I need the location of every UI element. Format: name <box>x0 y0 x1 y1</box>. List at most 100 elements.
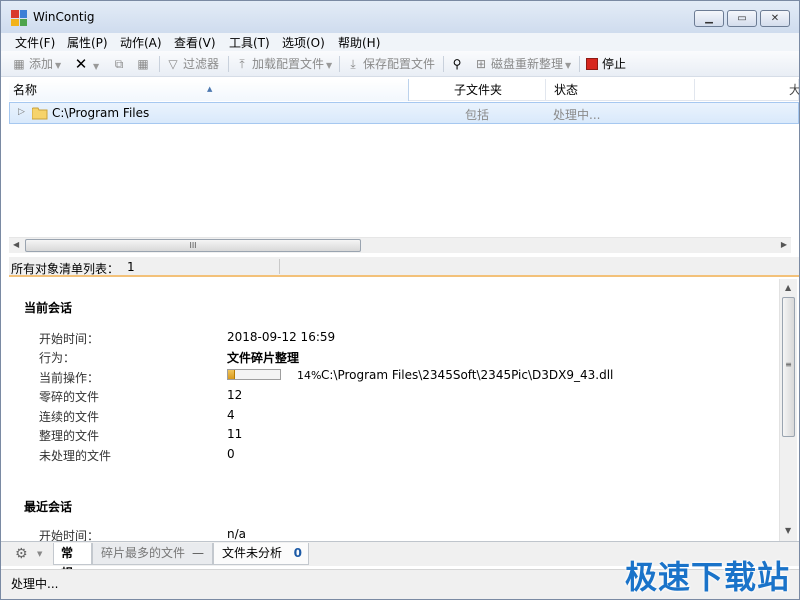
add-icon: ▦ <box>13 57 25 71</box>
unprocessed-files-value: 0 <box>227 447 235 461</box>
current-file-path: C:\Program Files\2345Soft\2345Pic\D3DX9_… <box>321 368 614 382</box>
start-time-value: 2018-09-12 16:59 <box>227 330 336 344</box>
progress-percent: 14% <box>297 369 322 382</box>
recent-session-title: 最近会话 <box>24 500 73 514</box>
object-list-label: 所有对象清单列表： <box>11 262 120 276</box>
defragged-files-value: 11 <box>227 427 243 441</box>
count-separator <box>279 259 280 274</box>
app-window: WinContig ▁ ▭ ✕ 文件(F) 属性(P) 动作(A) 查看(V) … <box>0 0 800 600</box>
tab-most-fragmented-dash: — <box>192 546 204 560</box>
horizontal-scrollbar[interactable]: ◀ III ▶ <box>9 237 791 253</box>
tab-unanalyzed[interactable]: 文件未分析 0 <box>213 543 309 565</box>
gear-icon[interactable]: ⚙ <box>15 546 28 562</box>
save-profile-button[interactable]: ⤓ 保存配置文件 <box>345 55 435 73</box>
session-details-panel: 当前会话 开始时间： 2018-09-12 16:59 行为： 文件碎片整理 当… <box>9 279 779 541</box>
save-icon: ⤓ <box>350 57 356 71</box>
wincontig-app-icon <box>11 10 27 26</box>
scroll-down-arrow-icon[interactable]: ▼ <box>785 526 791 535</box>
menu-tools[interactable]: 工具(T) <box>229 34 270 51</box>
unprocessed-files-label: 未处理的文件 <box>39 449 112 463</box>
column-status-header[interactable]: 状态 <box>550 79 695 101</box>
add-dropdown-icon: ▼ <box>55 61 62 70</box>
toolbar-separator <box>339 56 340 72</box>
progress-bar-fill <box>228 370 236 379</box>
funnel-icon: ▽ <box>168 57 178 71</box>
menu-properties[interactable]: 属性(P) <box>67 34 108 51</box>
toolbar: ▦ 添加 ▼ ✕ ▼ ⧉ ▦ ▽ 过滤器 ⤒ 加载配置文件 ▼ ⤓ 保存配置文件 ⚲ ⊞ 磁盘重… <box>1 51 799 77</box>
maximize-button[interactable]: ▭ <box>727 10 757 27</box>
stop-button[interactable]: 停止 <box>584 55 626 73</box>
tab-unanalyzed-count: 0 <box>293 546 302 560</box>
tree-item-subfolders: 包括 <box>465 108 490 122</box>
folder-icon <box>31 107 48 120</box>
column-subfolders-header[interactable]: 子文件夹 <box>450 79 546 101</box>
window-title: WinContig <box>33 10 95 24</box>
action-label: 行为： <box>39 351 76 365</box>
disk-tree-icon: ⊞ <box>475 57 487 71</box>
menu-bar: 文件(F) 属性(P) 动作(A) 查看(V) 工具(T) 选项(O) 帮助(H… <box>1 33 799 51</box>
status-bar: 处理中... 极速下载站 <box>1 558 799 599</box>
stop-icon <box>584 55 600 73</box>
tab-general[interactable]: 常规 <box>53 543 92 580</box>
minimize-button[interactable]: ▁ <box>694 10 724 27</box>
contiguous-files-label: 连续的文件 <box>39 410 100 424</box>
menu-help[interactable]: 帮助(H) <box>338 34 380 51</box>
load-profile-button[interactable]: ⤒ 加载配置文件 ▼ <box>234 55 332 73</box>
filter-button[interactable]: ▽ 过滤器 <box>165 55 219 73</box>
remove-button[interactable]: ✕ ▼ <box>73 55 99 73</box>
column-header: ▲ 名称 子文件夹 状态 大 <box>9 79 799 101</box>
current-session-title: 当前会话 <box>24 301 73 315</box>
gear-dropdown-icon[interactable]: ▼ <box>37 550 42 558</box>
menu-view[interactable]: 查看(V) <box>174 34 216 51</box>
status-text: 处理中... <box>11 577 59 591</box>
close-button[interactable]: ✕ <box>760 10 790 27</box>
toolbar-separator <box>579 56 580 72</box>
magnifier-icon: ⚲ <box>452 57 462 71</box>
remove-dropdown-icon: ▼ <box>93 62 100 71</box>
column-name-header[interactable]: ▲ 名称 <box>9 79 409 101</box>
properties-icon: ⧉ <box>114 57 124 71</box>
start-time-label: 开始时间： <box>39 332 100 346</box>
scroll-up-arrow-icon[interactable]: ▲ <box>785 283 791 292</box>
progress-bar <box>227 369 281 380</box>
title-bar: WinContig ▁ ▭ ✕ <box>1 1 799 33</box>
menu-options[interactable]: 选项(O) <box>282 34 325 51</box>
object-count-bar: 所有对象清单列表： 1 <box>9 257 799 277</box>
column-size-header[interactable]: 大 <box>785 79 799 101</box>
rearrange-dropdown-icon: ▼ <box>565 61 572 70</box>
watermark-logo: 极速下载站 <box>625 558 791 596</box>
load-dropdown-icon: ▼ <box>326 61 333 70</box>
menu-action[interactable]: 动作(A) <box>120 34 162 51</box>
scroll-right-arrow-icon[interactable]: ▶ <box>781 240 787 249</box>
fragmented-files-value: 12 <box>227 388 243 402</box>
tab-most-fragmented[interactable]: 碎片最多的文件 — <box>92 543 213 565</box>
toolbar-separator <box>443 56 444 72</box>
remove-x-icon: ✕ <box>74 55 88 73</box>
toolbar-separator <box>159 56 160 72</box>
recent-start-time-label: 开始时间： <box>39 529 100 541</box>
tree-row[interactable]: ▷ C:\Program Files 包括 处理中... <box>9 102 799 124</box>
fragmented-files-label: 零碎的文件 <box>39 390 100 404</box>
disk-rearrange-button[interactable]: ⊞ 磁盘重新整理 ▼ <box>473 55 571 73</box>
defragged-files-label: 整理的文件 <box>39 429 100 443</box>
grid-icon: ▦ <box>137 57 149 71</box>
menu-file[interactable]: 文件(F) <box>15 34 55 51</box>
scroll-left-arrow-icon[interactable]: ◀ <box>13 240 19 249</box>
load-icon: ⤒ <box>239 57 245 71</box>
properties-button[interactable]: ⧉ <box>111 55 129 73</box>
horizontal-scroll-thumb[interactable]: III <box>25 239 361 252</box>
vertical-scrollbar[interactable]: ▲ ≡ ▼ <box>779 279 797 541</box>
object-list-count: 1 <box>127 260 135 274</box>
vertical-scroll-thumb[interactable]: ≡ <box>782 297 795 437</box>
action-value: 文件碎片整理 <box>227 351 300 365</box>
sort-ascending-icon: ▲ <box>207 85 213 93</box>
tree-item-name: C:\Program Files <box>52 106 150 120</box>
recent-start-time-value: n/a <box>227 527 247 541</box>
expand-triangle-icon[interactable]: ▷ <box>18 107 25 117</box>
add-button[interactable]: ▦ 添加 ▼ <box>11 55 61 73</box>
current-operation-label: 当前操作： <box>39 371 100 385</box>
tree-item-status: 处理中... <box>553 108 601 122</box>
grid-view-button[interactable]: ▦ <box>135 55 153 73</box>
contiguous-files-value: 4 <box>227 408 235 422</box>
analyze-button[interactable]: ⚲ <box>449 55 467 73</box>
